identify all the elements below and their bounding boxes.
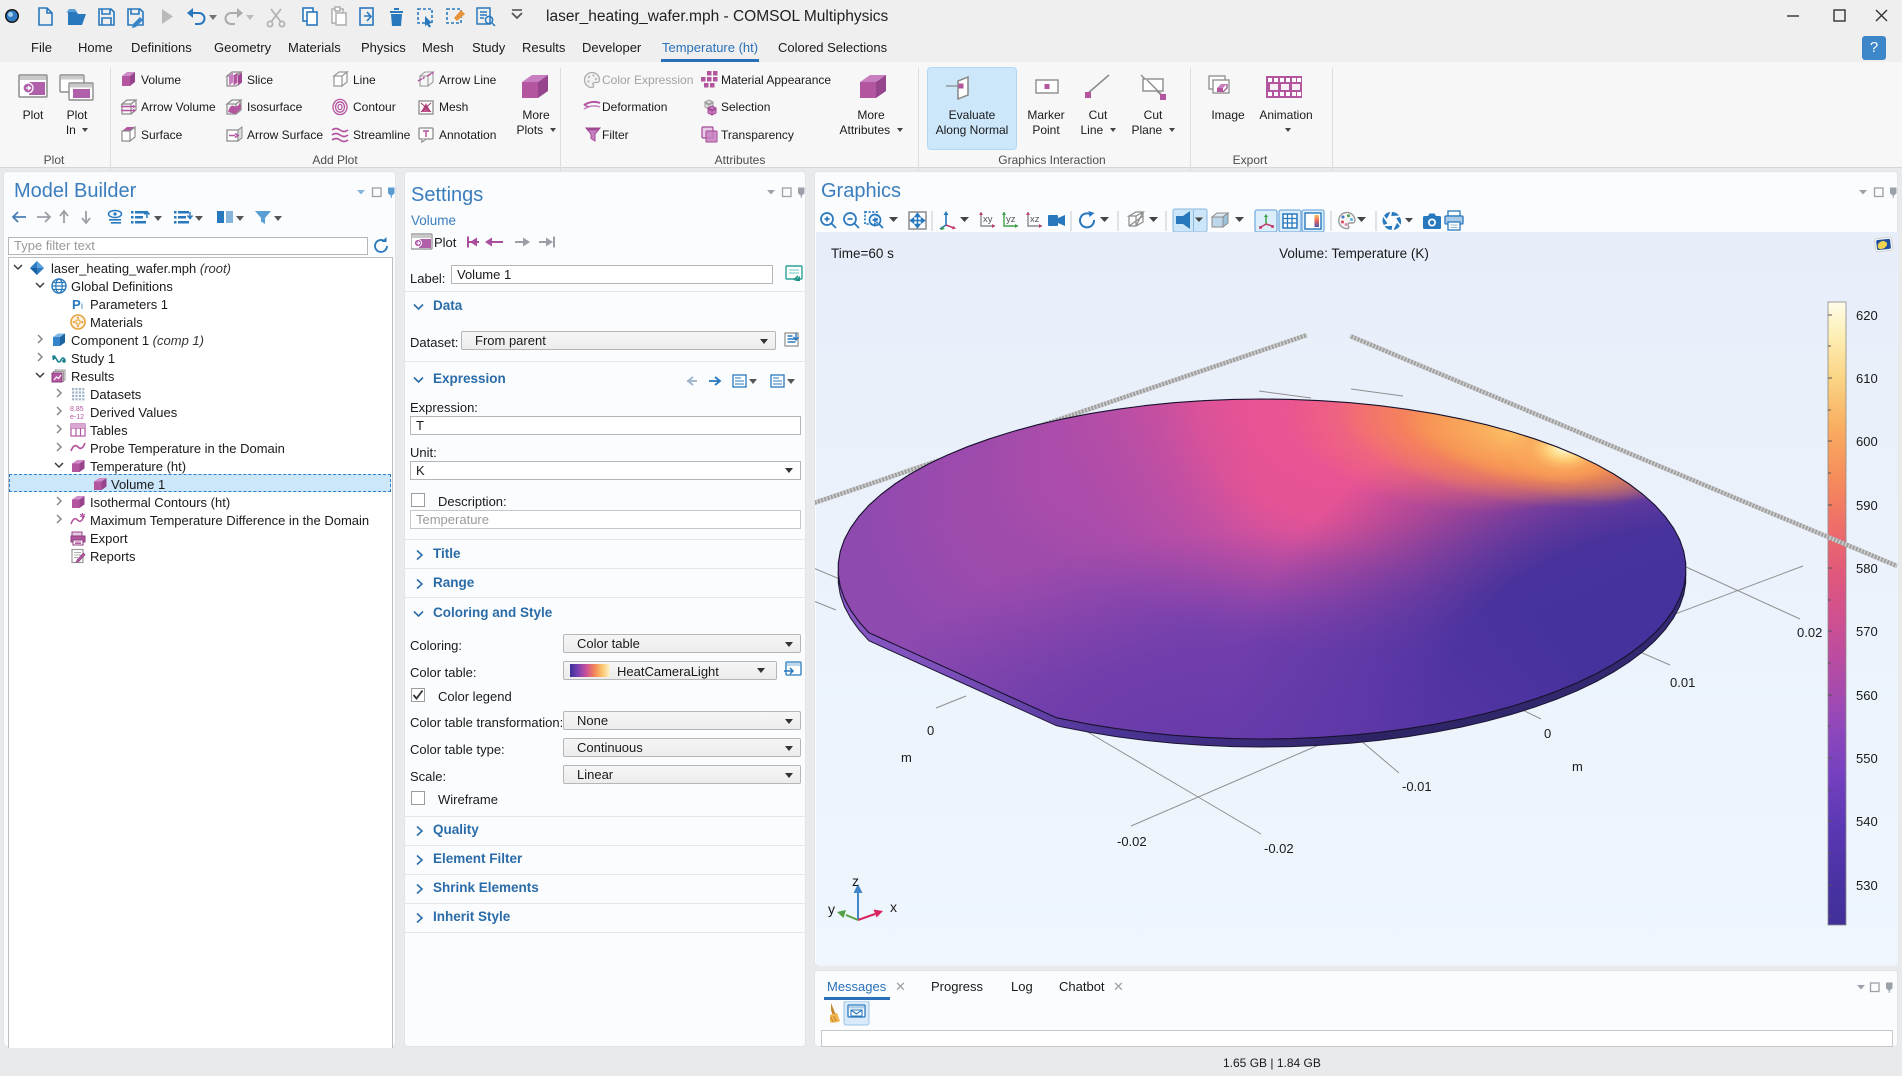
svg-text:-0.01: -0.01	[1402, 779, 1432, 794]
svg-text:580: 580	[1856, 561, 1878, 576]
svg-text:Time=60 s: Time=60 s	[831, 246, 894, 261]
svg-text:x: x	[890, 899, 897, 915]
svg-text:560: 560	[1856, 688, 1878, 703]
svg-text:m: m	[901, 750, 912, 765]
svg-text:0.02: 0.02	[1797, 625, 1822, 640]
svg-text:0: 0	[1544, 726, 1551, 741]
svg-text:620: 620	[1856, 308, 1878, 323]
svg-text:-0.02: -0.02	[1264, 841, 1294, 856]
svg-text:590: 590	[1856, 498, 1878, 513]
svg-text:530: 530	[1856, 878, 1878, 893]
svg-text:Volume: Temperature (K): Volume: Temperature (K)	[1279, 246, 1429, 261]
svg-text:8.85: 8.85	[70, 406, 84, 413]
svg-text:P: P	[72, 297, 81, 312]
svg-text:600: 600	[1856, 434, 1878, 449]
svg-text:610: 610	[1856, 371, 1878, 386]
svg-text:i: i	[81, 301, 83, 311]
svg-text:e-12: e-12	[70, 414, 84, 420]
svg-text:0: 0	[927, 723, 934, 738]
svg-text:0.01: 0.01	[1670, 675, 1695, 690]
svg-text:z: z	[852, 873, 859, 889]
svg-text:550: 550	[1856, 751, 1878, 766]
svg-text:-0.02: -0.02	[1117, 834, 1147, 849]
svg-text:570: 570	[1856, 624, 1878, 639]
svg-text:y: y	[828, 901, 835, 917]
svg-text:540: 540	[1856, 814, 1878, 829]
svg-text:m: m	[1572, 759, 1583, 774]
